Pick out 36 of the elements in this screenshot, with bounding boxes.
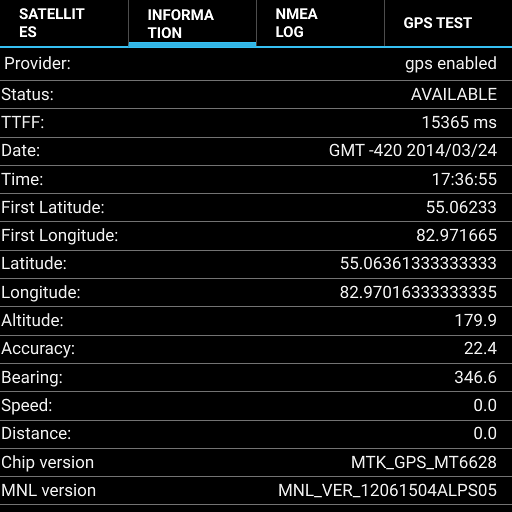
- field-label: TTFF:: [1, 112, 44, 133]
- field-label: Altitude:: [1, 311, 64, 332]
- field-value: 0.0: [473, 396, 497, 416]
- field-value: 0.0: [473, 424, 497, 444]
- field-value: 179.9: [454, 311, 497, 332]
- field-label: Speed:: [1, 396, 52, 416]
- field-value: 82.97016333333335: [340, 282, 497, 303]
- field-value: 346.6: [454, 368, 497, 388]
- field-label: Date:: [1, 141, 40, 162]
- field-value: MTK_GPS_MT6628: [350, 452, 497, 472]
- field-label: Status:: [1, 84, 54, 105]
- field-value: 82.971665: [416, 226, 497, 246]
- field-label: Accuracy:: [1, 339, 75, 360]
- field-value: 22.4: [464, 339, 497, 360]
- field-label: Bearing:: [1, 368, 63, 388]
- tab[interactable]: INFORMA TION: [128, 0, 256, 48]
- field-value: 55.06233: [426, 198, 497, 218]
- field-value: 17:36:55: [431, 170, 497, 190]
- field-label: Longitude:: [1, 282, 81, 303]
- tab[interactable]: NMEA LOG: [256, 0, 384, 46]
- field-label: Chip version: [1, 452, 94, 472]
- field-label: First Latitude:: [1, 198, 105, 218]
- field-label: Distance:: [1, 424, 72, 444]
- field-label: MNL version: [1, 480, 96, 501]
- field-value: GMT -420 2014/03/24: [328, 141, 497, 162]
- field-label: Latitude:: [1, 254, 67, 274]
- field-value: 55.06361333333333: [340, 254, 497, 274]
- field-value: gps enabled: [404, 54, 497, 74]
- tab[interactable]: GPS TEST: [384, 0, 512, 46]
- field-label: Provider:: [4, 54, 71, 74]
- field-label: Time:: [1, 170, 44, 190]
- field-label: First Longitude:: [1, 226, 118, 246]
- field-value: MNL_VER_12061504ALPS05: [278, 480, 497, 501]
- tab[interactable]: SATELLIT ES: [0, 0, 128, 46]
- field-value: 15365 ms: [421, 112, 497, 133]
- field-value: AVAILABLE: [410, 84, 497, 105]
